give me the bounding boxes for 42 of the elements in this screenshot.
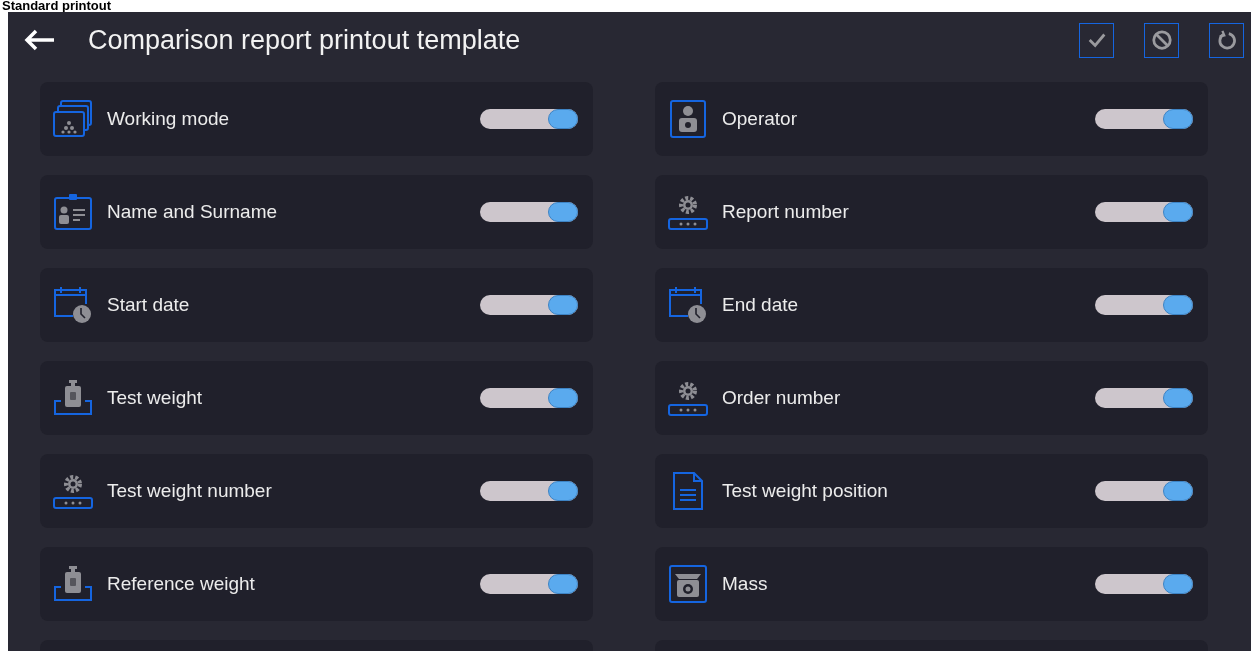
reset-button[interactable] xyxy=(1209,22,1244,58)
gear-counter-icon xyxy=(53,472,93,510)
gear-counter-icon xyxy=(668,379,708,417)
toggle-switch[interactable] xyxy=(480,481,578,501)
toggle-switch[interactable] xyxy=(1095,574,1193,594)
cancel-button[interactable] xyxy=(1144,22,1179,58)
setting-label: Mass xyxy=(722,573,769,595)
setting-label: Test weight xyxy=(107,387,204,409)
toggle-switch[interactable] xyxy=(1095,388,1193,408)
setting-label: Start date xyxy=(107,294,191,316)
prohibited-icon xyxy=(1150,29,1173,51)
setting-label: Operator xyxy=(722,108,798,130)
toggle-switch[interactable] xyxy=(480,202,578,222)
setting-label: Test weight position xyxy=(722,480,889,502)
toggle-switch[interactable] xyxy=(480,295,578,315)
toggle-switch[interactable] xyxy=(1095,109,1193,129)
setting-label: Test weight number xyxy=(107,480,273,502)
toggle-switch[interactable] xyxy=(480,109,578,129)
screen-title: Comparison report printout template xyxy=(88,24,522,56)
back-arrow-icon[interactable] xyxy=(24,29,56,51)
weight-on-tray-icon xyxy=(53,565,93,603)
gear-counter-icon xyxy=(668,193,708,231)
toggle-switch[interactable] xyxy=(480,388,578,408)
toggle-switch[interactable] xyxy=(480,574,578,594)
confirm-button[interactable] xyxy=(1079,22,1114,58)
setting-label: Working mode xyxy=(107,108,231,130)
calendar-clock-icon xyxy=(53,286,93,324)
weight-on-tray-icon xyxy=(53,379,93,417)
setting-label: Name and Surname xyxy=(107,201,279,223)
stacked-cards-icon xyxy=(53,100,93,138)
calendar-clock-icon xyxy=(668,286,708,324)
id-card-icon xyxy=(53,193,93,231)
setting-label: Report number xyxy=(722,201,850,223)
toggle-switch[interactable] xyxy=(1095,481,1193,501)
scale-icon xyxy=(668,565,708,603)
page-heading: Standard printout xyxy=(1,0,113,12)
setting-label: End date xyxy=(722,294,800,316)
setting-label: Reference weight xyxy=(107,573,256,595)
setting-label: Order number xyxy=(722,387,842,409)
toggle-switch[interactable] xyxy=(1095,202,1193,222)
toggle-switch[interactable] xyxy=(1095,295,1193,315)
person-badge-icon xyxy=(668,100,708,138)
